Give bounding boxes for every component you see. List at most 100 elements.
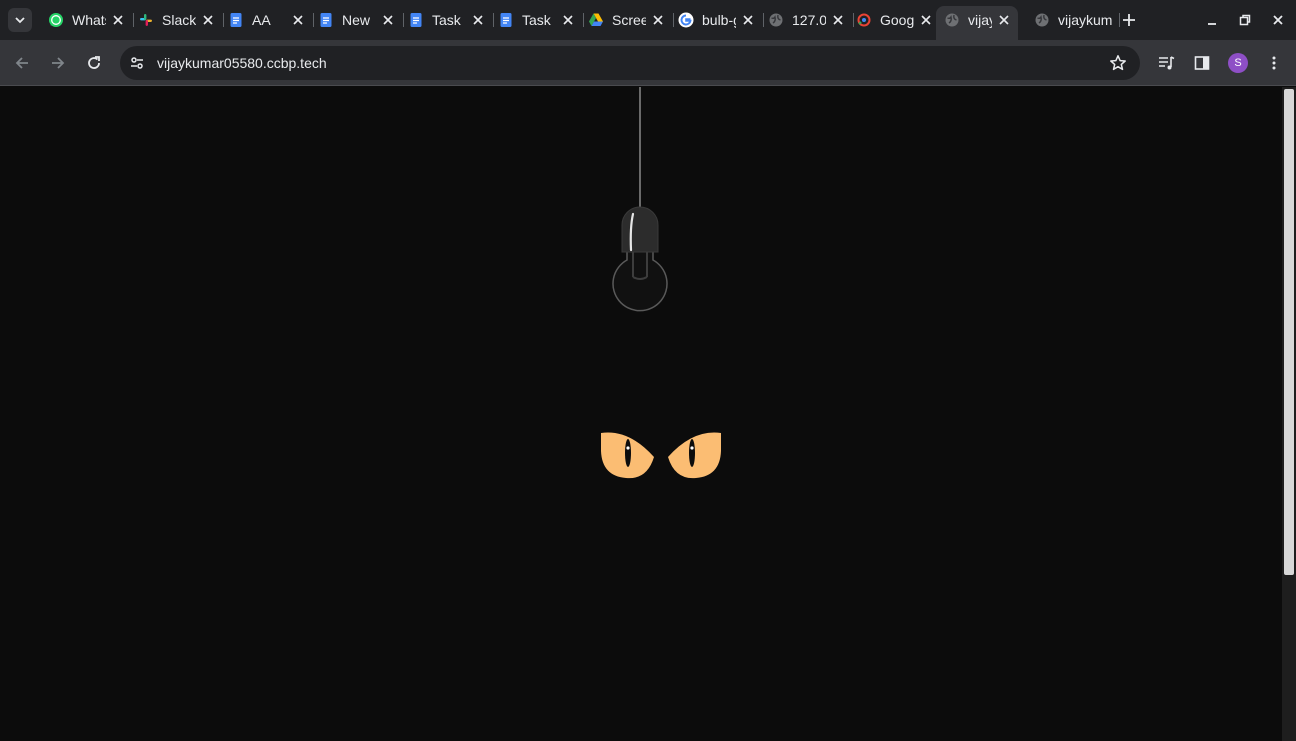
browser-tab[interactable]: bulb-g xyxy=(678,6,764,34)
browser-tab[interactable]: 127.0.0 xyxy=(768,6,854,34)
tab-separator xyxy=(583,13,584,27)
menu-button[interactable] xyxy=(1262,51,1286,75)
globe-icon xyxy=(768,12,784,28)
tab-search-button[interactable] xyxy=(8,8,32,32)
close-icon xyxy=(293,15,303,25)
star-icon xyxy=(1110,55,1126,71)
browser-tab[interactable]: New xyxy=(318,6,404,34)
close-icon xyxy=(999,15,1009,25)
left-eye-glint xyxy=(626,446,630,450)
bulb-cap xyxy=(621,206,659,253)
slack-icon xyxy=(138,12,154,28)
tune-icon xyxy=(131,57,143,69)
arrow-right-icon xyxy=(52,57,65,69)
browser-tab[interactable]: Slack xyxy=(138,6,224,34)
close-icon xyxy=(113,15,123,25)
bookmark-button[interactable] xyxy=(1108,53,1128,73)
close-icon xyxy=(921,15,931,25)
tab-title: Task xyxy=(522,12,551,28)
browser-toolbar: vijaykumar05580.ccbp.tech xyxy=(0,40,1296,86)
browser-tab[interactable]: WhatsApp xyxy=(48,6,134,34)
tab-title: bulb-g xyxy=(702,12,736,28)
docs-icon xyxy=(408,12,424,28)
chevron-down-icon xyxy=(15,17,25,24)
browser-tab[interactable]: Screen xyxy=(588,6,674,34)
close-icon xyxy=(383,15,393,25)
scrollbar-thumb[interactable] xyxy=(1284,89,1294,575)
whatsapp-icon xyxy=(48,12,64,28)
scene-svg xyxy=(601,87,721,479)
side-panel-button[interactable] xyxy=(1190,51,1214,75)
tab-close-button[interactable] xyxy=(560,12,576,28)
tab-title: Slack xyxy=(162,12,196,28)
tab-title: Screen xyxy=(612,12,646,28)
tab-strip: WhatsApp Slack AA New Task Task Screen bulb-g 12… xyxy=(0,0,1296,40)
close-icon xyxy=(563,15,573,25)
reload-button[interactable] xyxy=(82,51,106,75)
queue-music-icon xyxy=(1159,56,1175,70)
media-control-button[interactable] xyxy=(1154,51,1178,75)
browser-tab[interactable]: Google xyxy=(856,6,934,34)
arrow-left-icon xyxy=(15,57,28,69)
restore-icon xyxy=(1239,14,1251,26)
docs-icon xyxy=(318,12,334,28)
browser-tab[interactable]: AA xyxy=(228,6,314,34)
site-info-button[interactable] xyxy=(125,51,149,75)
tab-title: vijaykumar xyxy=(968,12,992,28)
tab-title: vijaykumar xyxy=(1058,12,1112,28)
close-icon xyxy=(473,15,483,25)
tab-close-button[interactable] xyxy=(290,12,306,28)
url-text[interactable]: vijaykumar05580.ccbp.tech xyxy=(157,55,327,71)
tab-close-button[interactable] xyxy=(650,12,666,28)
close-window-button[interactable] xyxy=(1266,8,1290,32)
close-icon xyxy=(653,15,663,25)
minimize-button[interactable] xyxy=(1200,8,1224,32)
tab-title: WhatsApp xyxy=(72,12,106,28)
tab-title: AA xyxy=(252,12,271,28)
google-lens-icon xyxy=(856,12,872,28)
tab-close-button[interactable] xyxy=(830,12,846,28)
tab-close-button[interactable] xyxy=(110,12,126,28)
tab-title: Task xyxy=(432,12,461,28)
page-scrollbar[interactable] xyxy=(1282,87,1296,741)
back-button[interactable] xyxy=(10,51,34,75)
tab-close-button[interactable] xyxy=(996,12,1012,28)
browser-tab[interactable]: Task xyxy=(408,6,494,34)
tab-separator xyxy=(763,13,764,27)
close-icon xyxy=(833,15,843,25)
light-bulb[interactable] xyxy=(612,206,668,312)
tab-separator xyxy=(403,13,404,27)
docs-icon xyxy=(228,12,244,28)
tab-separator xyxy=(133,13,134,27)
globe-icon xyxy=(1034,12,1050,28)
browser-tab[interactable]: vijaykumar xyxy=(1034,6,1120,34)
tab-separator xyxy=(493,13,494,27)
tab-close-button[interactable] xyxy=(918,12,934,28)
restore-button[interactable] xyxy=(1233,8,1257,32)
tab-separator xyxy=(223,13,224,27)
profile-avatar[interactable]: S xyxy=(1228,53,1248,73)
forward-button[interactable] xyxy=(46,51,70,75)
tab-separator xyxy=(313,13,314,27)
page-viewport xyxy=(0,87,1282,741)
google-icon xyxy=(678,12,694,28)
tab-separator xyxy=(853,13,854,27)
bulb-glass xyxy=(612,244,668,312)
right-eye-glint xyxy=(690,446,694,450)
close-icon xyxy=(1273,15,1283,25)
left-pupil xyxy=(625,439,631,467)
tab-title: New xyxy=(342,12,371,28)
docs-icon xyxy=(498,12,514,28)
address-bar[interactable]: vijaykumar05580.ccbp.tech xyxy=(120,46,1140,80)
close-icon xyxy=(743,15,753,25)
tab-close-button[interactable] xyxy=(470,12,486,28)
browser-tab[interactable]: vijaykumar xyxy=(936,6,1018,40)
browser-tab[interactable]: Task xyxy=(498,6,584,34)
tab-close-button[interactable] xyxy=(380,12,396,28)
tab-close-button[interactable] xyxy=(740,12,756,28)
tab-close-button[interactable] xyxy=(200,12,216,28)
reload-icon xyxy=(88,56,100,69)
right-pupil xyxy=(689,439,695,467)
new-tab-button[interactable] xyxy=(1118,8,1140,32)
tab-title: Google xyxy=(880,12,914,28)
